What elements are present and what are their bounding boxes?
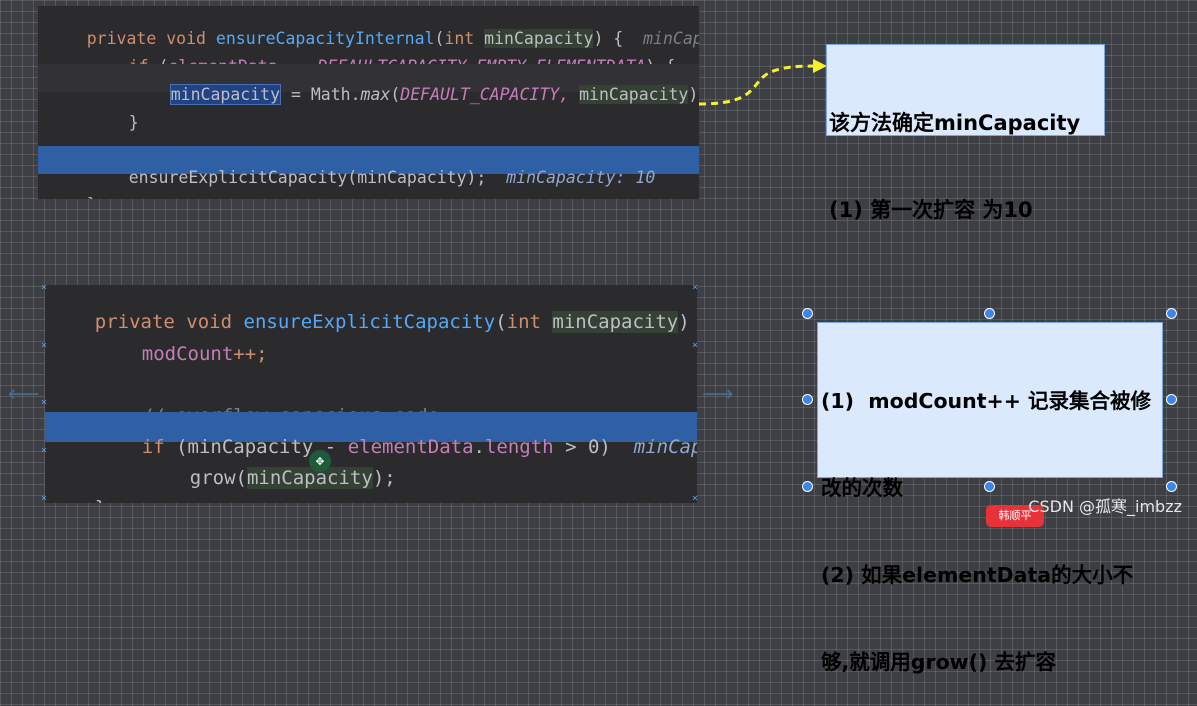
code-editor-ensure-explicit-capacity: private void ensureExplicitCapacity(int …	[45, 285, 697, 503]
code-line: grow(minCapacity);	[45, 445, 697, 489]
left-arrow-icon: ⟵	[8, 382, 40, 407]
dashed-arrow-connector	[698, 59, 827, 106]
brace: }	[95, 497, 106, 503]
code-line: }	[38, 94, 699, 132]
selection-marker-icon: ×	[692, 340, 699, 351]
code-line: // overflow-conscious code	[45, 383, 697, 427]
code-line: if (elementData == DEFAULTCAPACITY_EMPTY…	[38, 38, 699, 76]
note-line: 够,就调用grow() 去扩容	[821, 650, 1056, 674]
code-line: }	[38, 176, 699, 199]
note-line: (1) 第一次扩容 为10	[829, 198, 1033, 222]
selection-marker-icon: ×	[41, 282, 48, 293]
selection-marker-icon: ×	[41, 445, 48, 456]
code-line: modCount++;	[45, 321, 697, 365]
code-line: }	[45, 475, 697, 503]
move-cursor-icon: ✥	[309, 450, 331, 472]
note-line: (2) 如果elementData的大小不	[821, 563, 1134, 587]
code-line-highlighted: ensureExplicitCapacity(minCapacity); min…	[38, 146, 699, 187]
code-line-highlighted: if (minCapacity - elementData.length > 0…	[45, 412, 697, 458]
code-line-current: minCapacity = Math.max(DEFAULT_CAPACITY,…	[38, 64, 699, 105]
note-line: 该方法确定minCapacity	[829, 111, 1081, 135]
resize-handle[interactable]	[1166, 394, 1177, 405]
resize-handle[interactable]	[984, 308, 995, 319]
right-arrow-icon: ⟶	[702, 382, 734, 407]
brace: }	[87, 195, 97, 199]
watermark-text: CSDN @孤寒_imbzz	[1028, 497, 1182, 516]
resize-handle[interactable]	[984, 481, 995, 492]
annotation-note-capacity[interactable]: 该方法确定minCapacity (1) 第一次扩容 为10	[826, 44, 1105, 222]
code-editor-ensure-capacity-internal: private void ensureCapacityInternal(int …	[38, 6, 699, 199]
annotation-note-modcount[interactable]: (1) modCount++ 记录集合被修 改的次数 (2) 如果element…	[817, 322, 1163, 674]
selection-marker-icon: ×	[41, 493, 48, 504]
selection-marker-icon: ×	[41, 397, 48, 408]
selection-marker-icon: ×	[692, 493, 699, 504]
resize-handle[interactable]	[802, 308, 813, 319]
brace: }	[128, 113, 139, 132]
selection-marker-icon: ×	[41, 340, 48, 351]
code-line: private void ensureExplicitCapacity(int …	[45, 289, 697, 333]
operator: ++;	[233, 343, 268, 365]
code-line: private void ensureCapacityInternal(int …	[38, 10, 699, 48]
resize-handle[interactable]	[1166, 308, 1177, 319]
field: modCount	[141, 343, 234, 365]
note-line: (1) modCount++ 记录集合被修	[821, 389, 1152, 413]
resize-handle[interactable]	[802, 481, 813, 492]
resize-handle[interactable]	[802, 394, 813, 405]
selection-marker-icon: ×	[692, 282, 699, 293]
resize-handle[interactable]	[1166, 481, 1177, 492]
